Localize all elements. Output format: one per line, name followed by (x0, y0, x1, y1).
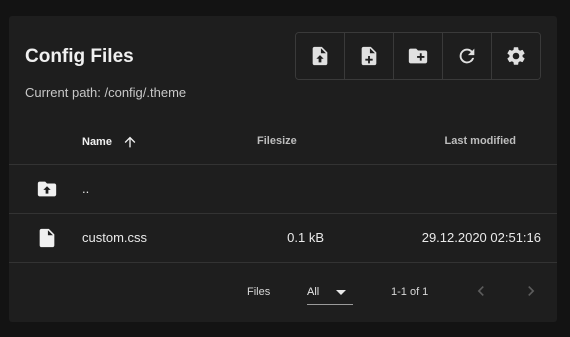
column-last-modified-header[interactable]: Last modified (444, 135, 516, 147)
arrow-up-icon (124, 136, 136, 148)
rows-per-page-label: Files (247, 286, 271, 298)
new-file-button[interactable] (344, 33, 393, 79)
folder-up-icon (36, 178, 58, 200)
file-name: custom.css (82, 230, 148, 245)
toolbar (295, 32, 541, 80)
folder-plus-icon (408, 48, 428, 64)
table-header: Name Filesize Last modified (9, 124, 557, 165)
upload-file-button[interactable] (296, 33, 344, 79)
current-path: Current path: /config/.theme (25, 85, 187, 100)
chevron-left-icon (477, 286, 484, 296)
pagination-range: 1-1 of 1 (391, 286, 429, 298)
page-title: Config Files (25, 46, 134, 67)
file-size: 0.1 kB (287, 230, 324, 245)
rows-per-page-value: All (307, 286, 320, 298)
next-page-button[interactable] (519, 279, 543, 303)
column-name-label: Name (82, 136, 112, 148)
dropdown-arrow-icon (336, 290, 346, 295)
rows-per-page-select[interactable]: All (307, 278, 353, 305)
table-row[interactable]: custom.css 0.1 kB 29.12.2020 02:51:16 (9, 214, 557, 263)
gear-icon (507, 47, 525, 65)
column-filesize-header[interactable]: Filesize (257, 135, 297, 147)
file-upload-icon (312, 46, 328, 66)
chevron-right-icon (528, 286, 535, 296)
refresh-icon (459, 48, 475, 64)
file-last-modified: 29.12.2020 02:51:16 (421, 230, 541, 245)
file-name: .. (82, 181, 90, 196)
previous-page-button[interactable] (469, 279, 493, 303)
file-icon (36, 227, 58, 249)
refresh-button[interactable] (442, 33, 491, 79)
settings-button[interactable] (491, 33, 540, 79)
table-footer: Files All 1-1 of 1 (9, 263, 557, 315)
table-row[interactable]: .. (9, 165, 557, 214)
file-plus-icon (361, 46, 377, 66)
file-browser-card: Config Files Current path: /config/.them… (9, 16, 557, 322)
column-name-header[interactable]: Name (82, 134, 138, 150)
new-folder-button[interactable] (393, 33, 442, 79)
